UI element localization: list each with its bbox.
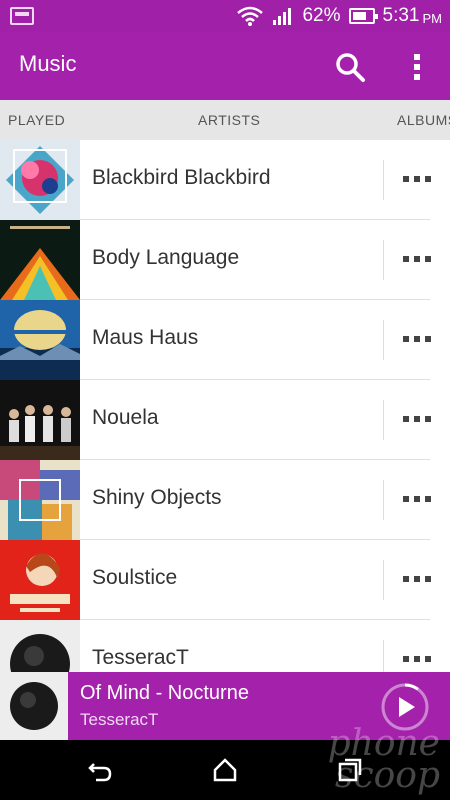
album-art	[0, 300, 80, 380]
watermark: phone scoop	[327, 723, 440, 796]
divider	[383, 320, 384, 360]
gallery-notification-icon	[10, 7, 34, 25]
battery-icon	[348, 8, 378, 24]
list-item[interactable]: Nouela	[0, 380, 450, 460]
tab-bar: PLAYED ARTISTS ALBUMS	[0, 100, 450, 140]
overflow-menu-icon[interactable]	[402, 574, 432, 584]
list-item[interactable]: TesseracT	[0, 620, 450, 672]
now-playing-artist: TesseracT	[80, 710, 159, 729]
playback-progress-ring	[404, 683, 419, 691]
app-bar: Music	[0, 32, 450, 100]
tab-played[interactable]: PLAYED	[8, 112, 65, 128]
overflow-menu-icon[interactable]	[402, 174, 432, 184]
list-item[interactable]: Soulstice	[0, 540, 450, 620]
more-vert-icon[interactable]	[405, 50, 429, 84]
signal-icon	[273, 8, 292, 25]
back-icon[interactable]	[86, 756, 114, 784]
album-art	[0, 140, 80, 220]
home-icon[interactable]	[211, 756, 239, 784]
divider	[383, 640, 384, 672]
overflow-menu-icon[interactable]	[402, 654, 432, 664]
now-playing-title: Of Mind - Nocturne	[80, 682, 249, 704]
play-icon	[399, 697, 415, 717]
divider	[383, 400, 384, 440]
overflow-menu-icon[interactable]	[402, 494, 432, 504]
list-item[interactable]: Maus Haus	[0, 300, 450, 380]
artist-name: Nouela	[92, 406, 159, 429]
overflow-menu-icon[interactable]	[402, 414, 432, 424]
artist-name: Maus Haus	[92, 326, 199, 349]
divider	[383, 560, 384, 600]
status-bar: 62% 5:31 PM	[0, 0, 450, 32]
album-art	[0, 220, 80, 300]
overflow-menu-icon[interactable]	[402, 334, 432, 344]
page-title: Music	[19, 51, 77, 76]
overflow-menu-icon[interactable]	[402, 254, 432, 264]
album-art	[0, 540, 80, 620]
clock: 5:31	[382, 5, 420, 26]
artist-name: Body Language	[92, 246, 240, 269]
album-art	[0, 380, 80, 460]
divider	[383, 480, 384, 520]
wifi-icon	[237, 6, 264, 26]
list-item[interactable]: Body Language	[0, 220, 450, 300]
album-art	[0, 620, 80, 672]
now-playing-album-art	[0, 672, 68, 740]
battery-percent: 62%	[302, 5, 341, 26]
divider	[383, 240, 384, 280]
artist-list: Blackbird Blackbird Body Language Maus H…	[0, 140, 450, 672]
artist-name: Soulstice	[92, 566, 178, 589]
list-item[interactable]: Shiny Objects	[0, 460, 450, 540]
divider	[383, 160, 384, 200]
tab-artists[interactable]: ARTISTS	[198, 112, 260, 128]
artist-name: TesseracT	[92, 646, 189, 669]
clock-ampm: PM	[422, 11, 443, 26]
album-art	[0, 460, 80, 540]
list-item[interactable]: Blackbird Blackbird	[0, 140, 450, 220]
search-icon[interactable]	[333, 50, 367, 84]
system-nav-bar: phone scoop	[0, 726, 450, 800]
artist-name: Blackbird Blackbird	[92, 166, 271, 189]
artist-name: Shiny Objects	[92, 486, 222, 509]
tab-albums[interactable]: ALBUMS	[397, 112, 450, 128]
